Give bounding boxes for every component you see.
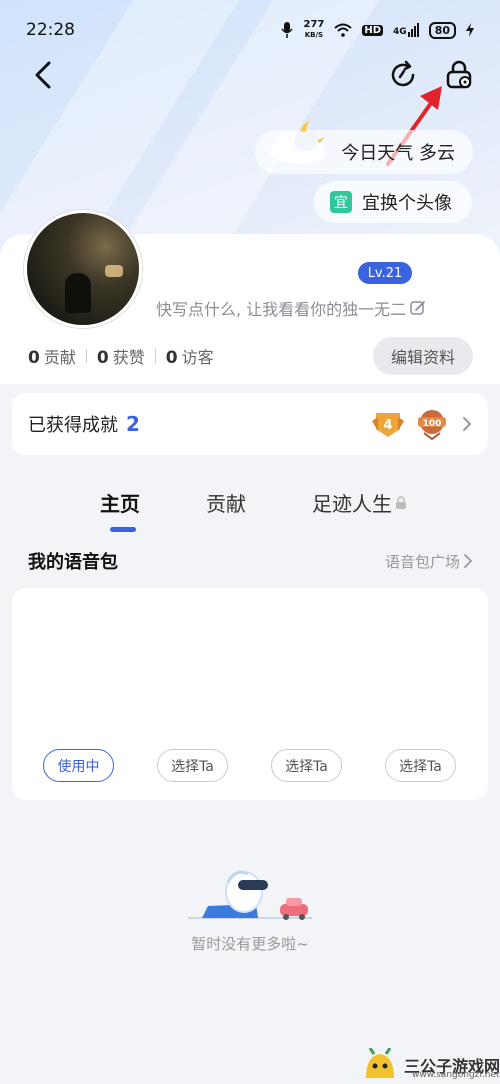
tab-indicator [110, 527, 136, 532]
wifi-icon [334, 23, 353, 37]
voice-select-button-1[interactable]: 选择Ta [157, 749, 228, 782]
voice-section-header: 我的语音包 语音包广场 [28, 547, 472, 575]
level-badge: Lv.21 [358, 262, 412, 284]
change-avatar-label: 宜换个头像 [362, 193, 452, 214]
back-button[interactable] [26, 58, 60, 92]
stat-visitors[interactable]: 0 访客 [166, 344, 214, 368]
yi-badge: 宜 [330, 191, 352, 213]
achievement-label: 已获得成就 [28, 415, 118, 436]
microphone-icon [281, 22, 294, 38]
voice-select-button-2[interactable]: 选择Ta [271, 749, 342, 782]
status-icons: 277 KB/S HD 4G 80 [281, 20, 474, 40]
voice-in-use-button[interactable]: 使用中 [43, 749, 114, 782]
avatar[interactable] [24, 210, 142, 328]
cloud-moon-icon [270, 121, 326, 164]
profile-stats: 0 贡献 0 获赞 0 访客 [28, 344, 214, 368]
hd-icon: HD [362, 24, 384, 36]
lock-icon [396, 495, 406, 509]
status-time: 22:28 [26, 20, 75, 40]
tab-footprint-label: 足迹人生 [312, 492, 392, 516]
watermark-logo-icon [366, 1048, 394, 1078]
stat-likes[interactable]: 0 获赞 [97, 344, 145, 368]
voice-section-title: 我的语音包 [28, 552, 118, 573]
change-avatar-pill[interactable]: 宜 宜换个头像 [314, 181, 472, 223]
network-speed: 277 KB/S [303, 19, 325, 40]
edit-pencil-icon [410, 301, 426, 315]
watermark-url: www.sangongzi.net [412, 1070, 500, 1080]
signature-text: 快写点什么, 让我看看你的独一无二 [156, 300, 407, 319]
chevron-right-icon [463, 417, 472, 431]
profile-tabs: 主页 贡献 足迹人生 [0, 488, 500, 538]
weather-label: 今日天气 多云 [341, 143, 455, 164]
empty-state-illustration [188, 870, 312, 920]
charging-icon [466, 23, 474, 37]
achievement-card[interactable]: 已获得成就 2 4 100 [12, 393, 488, 455]
tab-footprint[interactable]: 足迹人生 [312, 488, 408, 517]
svg-text:4: 4 [383, 418, 392, 433]
tab-contribution[interactable]: 贡献 [206, 488, 246, 517]
signal-icon: 4G [393, 23, 419, 37]
medal-4-icon: 4 [370, 407, 406, 441]
stat-contribution[interactable]: 0 贡献 [28, 344, 76, 368]
watermark: 三公子游戏网 www.sangongzi.net [362, 1048, 500, 1082]
battery-icon: 80 [428, 21, 456, 39]
edit-profile-button[interactable]: 编辑资料 [373, 337, 473, 375]
voice-select-button-3[interactable]: 选择Ta [385, 749, 456, 782]
chevron-left-icon [35, 61, 51, 89]
status-bar: 22:28 277 KB/S HD 4G 80 [0, 0, 500, 60]
empty-state-text: 暂时没有更多啦~ [191, 935, 309, 953]
signature[interactable]: 快写点什么, 让我看看你的独一无二 [156, 296, 426, 320]
medal-100-icon: 100 [414, 407, 450, 441]
svg-text:100: 100 [423, 419, 442, 429]
tab-home[interactable]: 主页 [100, 488, 140, 517]
chevron-right-icon [464, 554, 472, 568]
achievement-count: 2 [126, 412, 140, 436]
voice-plaza-link[interactable]: 语音包广场 [385, 551, 472, 572]
